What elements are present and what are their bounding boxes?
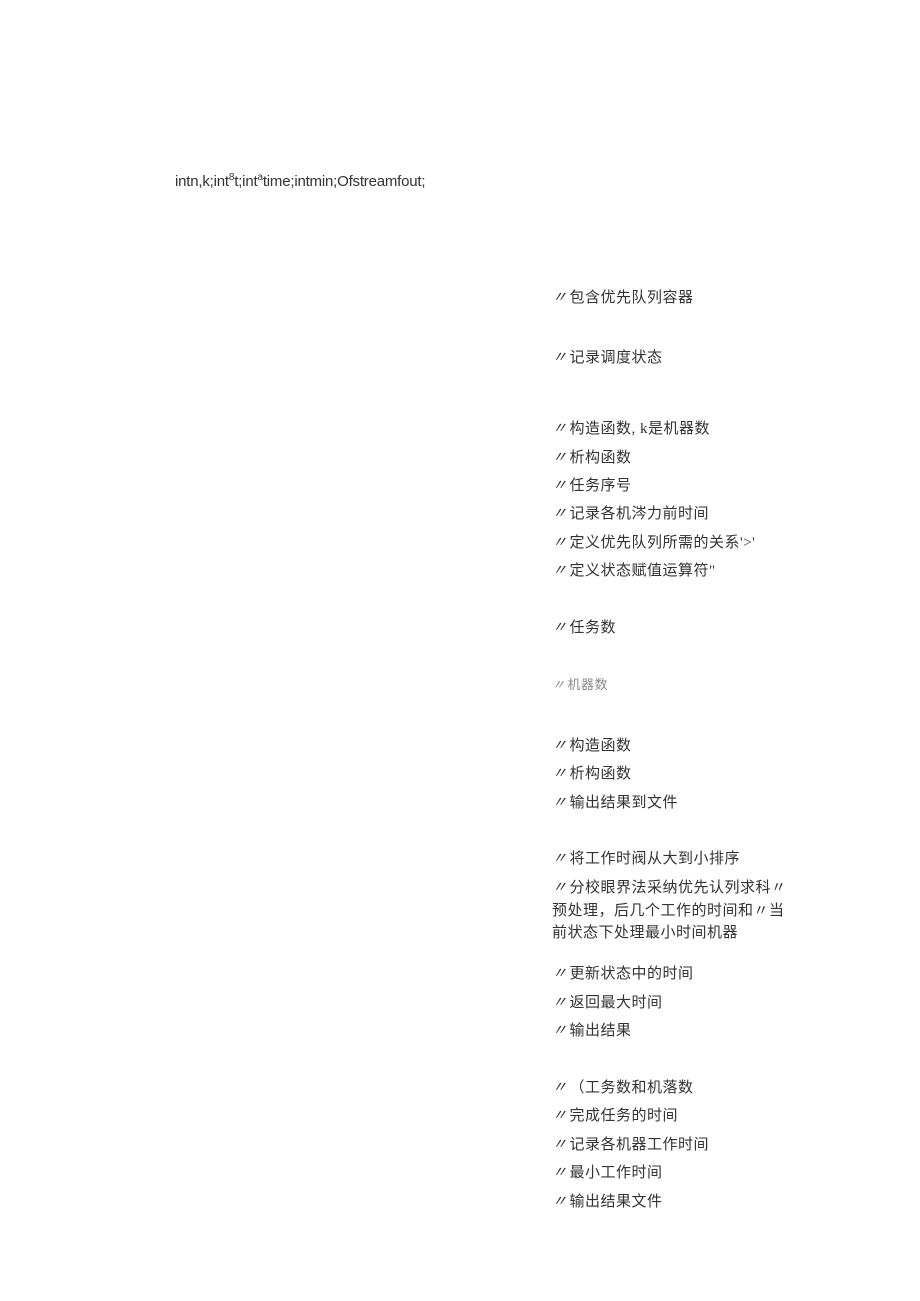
- comment-prefix: 〃: [552, 677, 566, 692]
- comment-text: 将工作时阀从大到小排序: [570, 851, 741, 867]
- comment-line: 〃更新状态中的时间: [552, 963, 694, 986]
- comment-prefix: 〃: [552, 1079, 568, 1096]
- comment-line: 〃（工务数和机落数: [552, 1077, 694, 1100]
- comment-prefix: 〃: [552, 794, 568, 811]
- comment-prefix: 〃: [552, 850, 568, 867]
- code-text-2: t;int: [234, 173, 257, 190]
- comment-text: 分校眼界法采纳优先认列求科〃预处理，后几个工作的时间和〃当前状态下处理最小时间机…: [552, 880, 787, 941]
- comment-line: 〃机器数: [552, 675, 608, 695]
- comment-prefix: 〃: [552, 1136, 568, 1153]
- comment-text: 返回最大时间: [570, 995, 663, 1011]
- comment-line: 〃析构函数: [552, 447, 632, 470]
- code-text-3: time;intmin;Ofstreamfout;: [263, 173, 426, 190]
- comment-prefix: 〃: [552, 534, 568, 551]
- comment-line: 〃包含优先队列容器: [552, 287, 694, 310]
- comment-text: 任务序号: [570, 478, 632, 494]
- comment-prefix: 〃: [552, 1107, 568, 1124]
- comment-prefix: 〃: [552, 449, 568, 466]
- comment-prefix: 〃: [552, 737, 568, 754]
- comment-text: 记录各机器工作时间: [570, 1137, 710, 1153]
- comment-line: 〃构造函数, k是机器数: [552, 418, 710, 441]
- comment-text: 析构函数: [570, 450, 632, 466]
- comment-line: 〃定义优先队列所需的关系'>': [552, 532, 755, 555]
- comment-prefix: 〃: [552, 562, 568, 579]
- comment-text: 输出结果到文件: [570, 795, 679, 811]
- comment-line: 〃将工作时阀从大到小排序: [552, 848, 740, 871]
- comment-text: 定义优先队列所需的关系'>': [570, 535, 756, 551]
- comment-prefix: 〃: [552, 1022, 568, 1039]
- comment-line: 〃输出结果到文件: [552, 792, 678, 815]
- comment-line: 〃返回最大时间: [552, 992, 663, 1015]
- comment-prefix: 〃: [552, 879, 568, 896]
- comment-text: （工务数和机落数: [570, 1080, 694, 1096]
- comment-line: 〃析构函数: [552, 763, 632, 786]
- comment-line: 〃任务数: [552, 617, 616, 640]
- comment-prefix: 〃: [552, 477, 568, 494]
- comment-text: 包含优先队列容器: [570, 290, 694, 306]
- comment-text: 更新状态中的时间: [570, 966, 694, 982]
- code-text-1: intn,k;int: [175, 173, 229, 190]
- comment-prefix: 〃: [552, 1193, 568, 1210]
- comment-prefix: 〃: [552, 289, 568, 306]
- comment-text: 构造函数: [570, 738, 632, 754]
- comment-line: 〃记录各机器工作时间: [552, 1134, 709, 1157]
- comment-prefix: 〃: [552, 619, 568, 636]
- comment-text: 记录各机涔力前时间: [570, 506, 710, 522]
- comment-line: 〃输出结果: [552, 1020, 632, 1043]
- comment-text: 完成任务的时间: [570, 1108, 679, 1124]
- comment-line: 〃完成任务的时间: [552, 1105, 678, 1128]
- comment-line: 〃记录调度状态: [552, 347, 663, 370]
- comment-prefix: 〃: [552, 765, 568, 782]
- comment-text: 任务数: [570, 620, 617, 636]
- comment-prefix: 〃: [552, 505, 568, 522]
- comment-line: 〃输出结果文件: [552, 1191, 663, 1214]
- comment-text: 输出结果: [570, 1023, 632, 1039]
- comment-text: 最小工作时间: [570, 1165, 663, 1181]
- comment-text: 定义状态赋值运算符": [570, 563, 716, 579]
- comment-prefix: 〃: [552, 965, 568, 982]
- comment-prefix: 〃: [552, 420, 568, 437]
- code-declaration: intn,k;int8t;intatime;intmin;Ofstreamfou…: [175, 172, 425, 190]
- comment-line: 〃最小工作时间: [552, 1162, 663, 1185]
- comment-text: 机器数: [568, 677, 609, 692]
- comment-prefix: 〃: [552, 349, 568, 366]
- comment-prefix: 〃: [552, 994, 568, 1011]
- comment-line: 〃构造函数: [552, 735, 632, 758]
- comment-text: 析构函数: [570, 766, 632, 782]
- comment-line: 〃任务序号: [552, 475, 632, 498]
- comment-text: 记录调度状态: [570, 350, 663, 366]
- comment-text: 构造函数, k是机器数: [570, 421, 711, 437]
- comment-line: 〃分校眼界法采纳优先认列求科〃预处理，后几个工作的时间和〃当前状态下处理最小时间…: [552, 877, 792, 945]
- comment-line: 〃定义状态赋值运算符": [552, 560, 716, 583]
- comment-line: 〃记录各机涔力前时间: [552, 503, 709, 526]
- comment-prefix: 〃: [552, 1164, 568, 1181]
- comment-text: 输出结果文件: [570, 1194, 663, 1210]
